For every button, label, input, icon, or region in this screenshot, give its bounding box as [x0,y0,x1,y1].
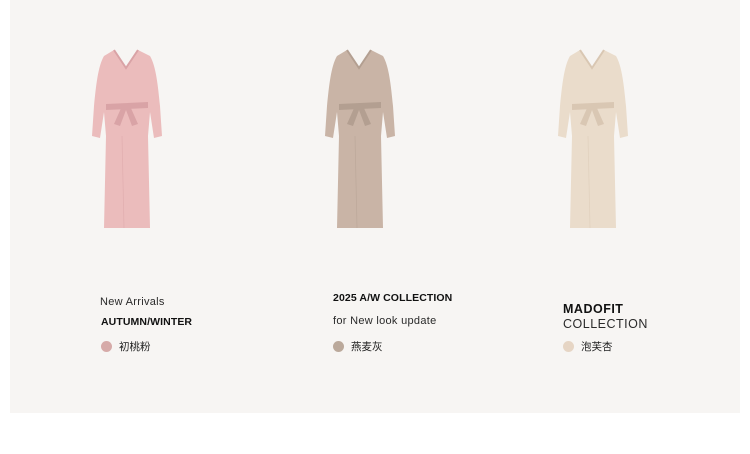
color-name: 燕麦灰 [351,341,383,353]
dress-image-oat[interactable] [317,46,401,230]
product-2-line2: for New look update [333,315,437,327]
product-3-line2: COLLECTION [563,317,648,331]
dress-image-pink[interactable] [84,46,168,230]
color-swatch[interactable] [563,341,574,352]
color-name: 泡芙杏 [581,341,613,353]
product-2-line1: 2025 A/W COLLECTION [333,292,453,304]
color-swatch[interactable] [101,341,112,352]
product-3-color-option[interactable]: 泡芙杏 [563,339,613,354]
color-swatch[interactable] [333,341,344,352]
product-3-line1: MADOFIT [563,302,624,316]
product-1-color-option[interactable]: 初桃粉 [101,339,151,354]
dress-image-apricot[interactable] [550,46,634,230]
color-name: 初桃粉 [119,341,151,353]
product-1-line2: AUTUMN/WINTER [101,316,193,328]
product-2-color-option[interactable]: 燕麦灰 [333,339,383,354]
product-1-line1: New Arrivals [100,296,165,308]
